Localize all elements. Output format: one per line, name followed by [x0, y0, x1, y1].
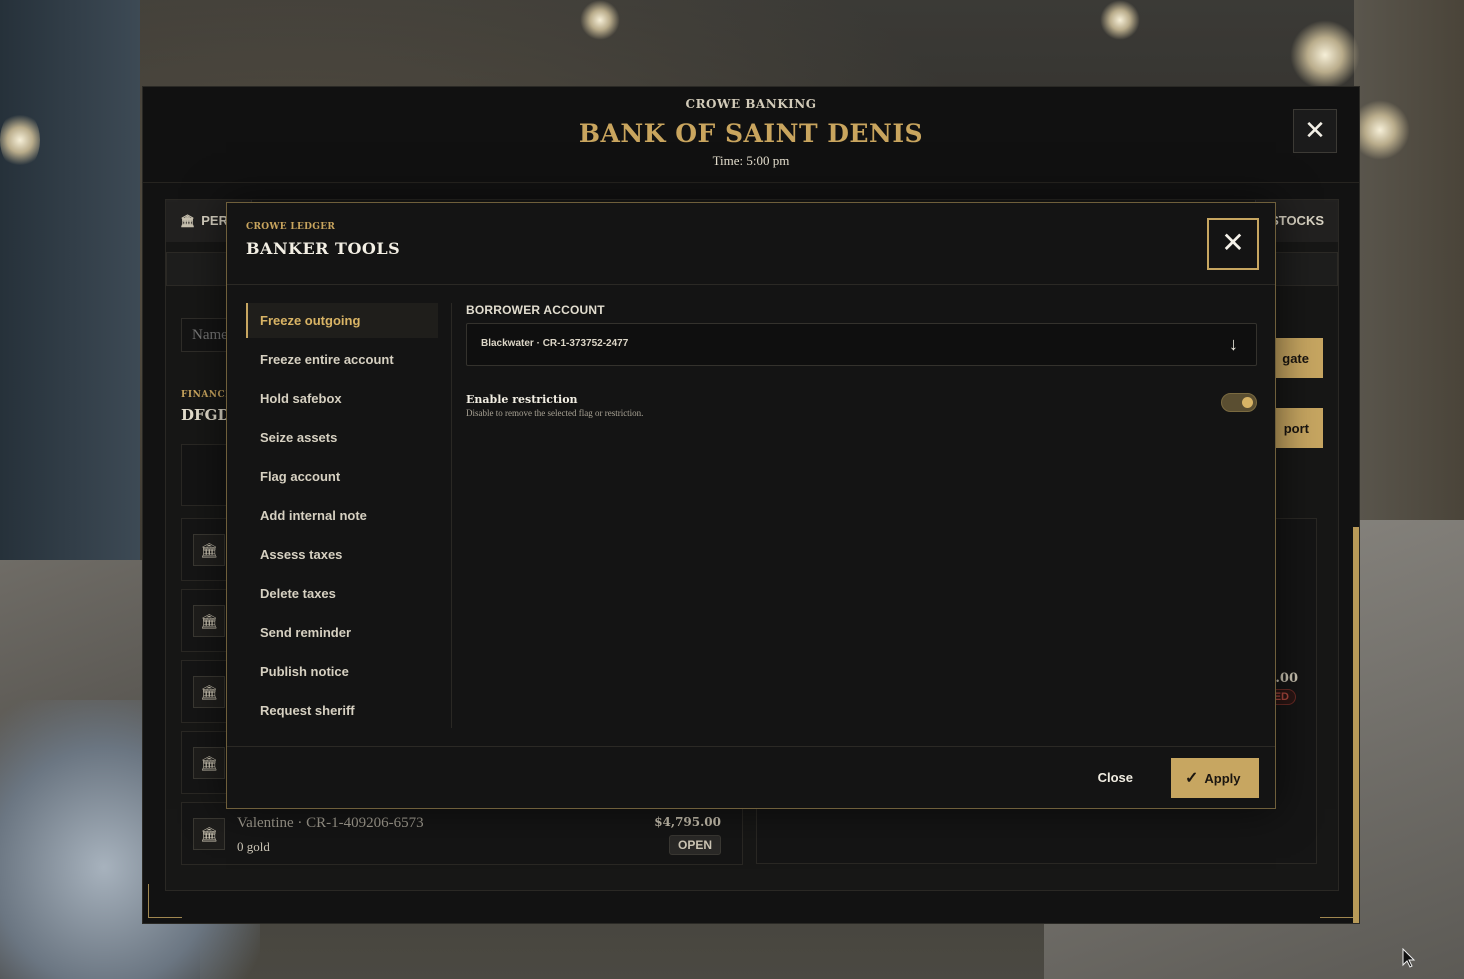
close-icon[interactable]: ✕ [1207, 218, 1259, 270]
bank-icon: 🏛 [193, 818, 225, 850]
account-gold: 0 gold [237, 839, 270, 854]
bank-icon: 🏛 [180, 214, 196, 228]
borrower-account-value: Blackwater · CR-1-373752-2477 [481, 338, 629, 349]
tool-nav: Freeze outgoing Freeze entire account Ho… [246, 303, 438, 732]
bank-icon: 🏛 [193, 534, 225, 566]
scrollbar[interactable] [1353, 527, 1359, 923]
account-name: Valentine · CR-1-409206-6573 [237, 815, 424, 831]
borrower-account-select[interactable]: Blackwater · CR-1-373752-2477 ↓ [466, 323, 1257, 366]
banker-tools-modal: CROWE LEDGER BANKER TOOLS ✕ Freeze outgo… [226, 202, 1276, 809]
check-icon: ✓ [1185, 770, 1199, 787]
modal-footer: Close ✓ Apply [227, 746, 1275, 808]
background-lamp [0, 110, 40, 170]
bank-header: CROWE BANKING BANK OF SAINT DENIS Time: … [143, 87, 1359, 183]
nav-item-hold-safebox[interactable]: Hold safebox [246, 381, 438, 416]
toggle-description: Disable to remove the selected flag or r… [466, 408, 644, 418]
bank-icon: 🏛 [193, 747, 225, 779]
nav-item-request-sheriff[interactable]: Request sheriff [246, 693, 438, 728]
toggle-knob [1242, 397, 1253, 408]
nav-item-delete-taxes[interactable]: Delete taxes [246, 576, 438, 611]
modal-brand: CROWE LEDGER [246, 222, 336, 232]
background-lamp [1100, 0, 1140, 40]
nav-item-assess-taxes[interactable]: Assess taxes [246, 537, 438, 572]
close-icon[interactable]: ✕ [1293, 109, 1337, 153]
nav-item-flag-account[interactable]: Flag account [246, 459, 438, 494]
restriction-toggle-row: Enable restriction Disable to remove the… [466, 393, 1257, 423]
tab-stocks-label: STOCKS [1270, 213, 1324, 228]
arrow-down-icon: ↓ [1229, 334, 1238, 354]
nav-divider [451, 303, 452, 728]
background-lamp [580, 0, 620, 40]
modal-title: BANKER TOOLS [246, 239, 401, 258]
close-button[interactable]: Close [1098, 770, 1133, 785]
borrower-account-label: BORROWER ACCOUNT [466, 303, 605, 317]
account-status-badge: OPEN [668, 835, 721, 855]
tool-form: BORROWER ACCOUNT Blackwater · CR-1-37375… [466, 303, 1257, 423]
account-row[interactable]: 🏛 Valentine · CR-1-409206-6573 0 gold $4… [181, 802, 743, 865]
account-amount: $4,795.00 [654, 815, 721, 829]
nav-item-send-reminder[interactable]: Send reminder [246, 615, 438, 650]
bank-icon: 🏛 [193, 605, 225, 637]
apply-button[interactable]: ✓ Apply [1171, 758, 1259, 798]
bank-brand: CROWE BANKING [685, 97, 817, 111]
nav-item-publish-notice[interactable]: Publish notice [246, 654, 438, 689]
nav-item-add-internal-note[interactable]: Add internal note [246, 498, 438, 533]
modal-header: CROWE LEDGER BANKER TOOLS ✕ [227, 203, 1275, 285]
enable-restriction-toggle[interactable] [1221, 393, 1257, 412]
bank-title: BANK OF SAINT DENIS [578, 119, 924, 148]
nav-item-seize-assets[interactable]: Seize assets [246, 420, 438, 455]
apply-label: Apply [1204, 771, 1241, 786]
mouse-cursor-icon [1402, 948, 1416, 968]
toggle-title: Enable restriction [466, 393, 578, 406]
background-lamp [1290, 20, 1360, 90]
bank-icon: 🏛 [193, 676, 225, 708]
nav-item-freeze-entire-account[interactable]: Freeze entire account [246, 342, 438, 377]
detail-amount: .00 [1275, 671, 1298, 686]
nav-item-freeze-outgoing[interactable]: Freeze outgoing [246, 303, 438, 338]
bank-time: Time: 5:00 pm [712, 153, 790, 168]
